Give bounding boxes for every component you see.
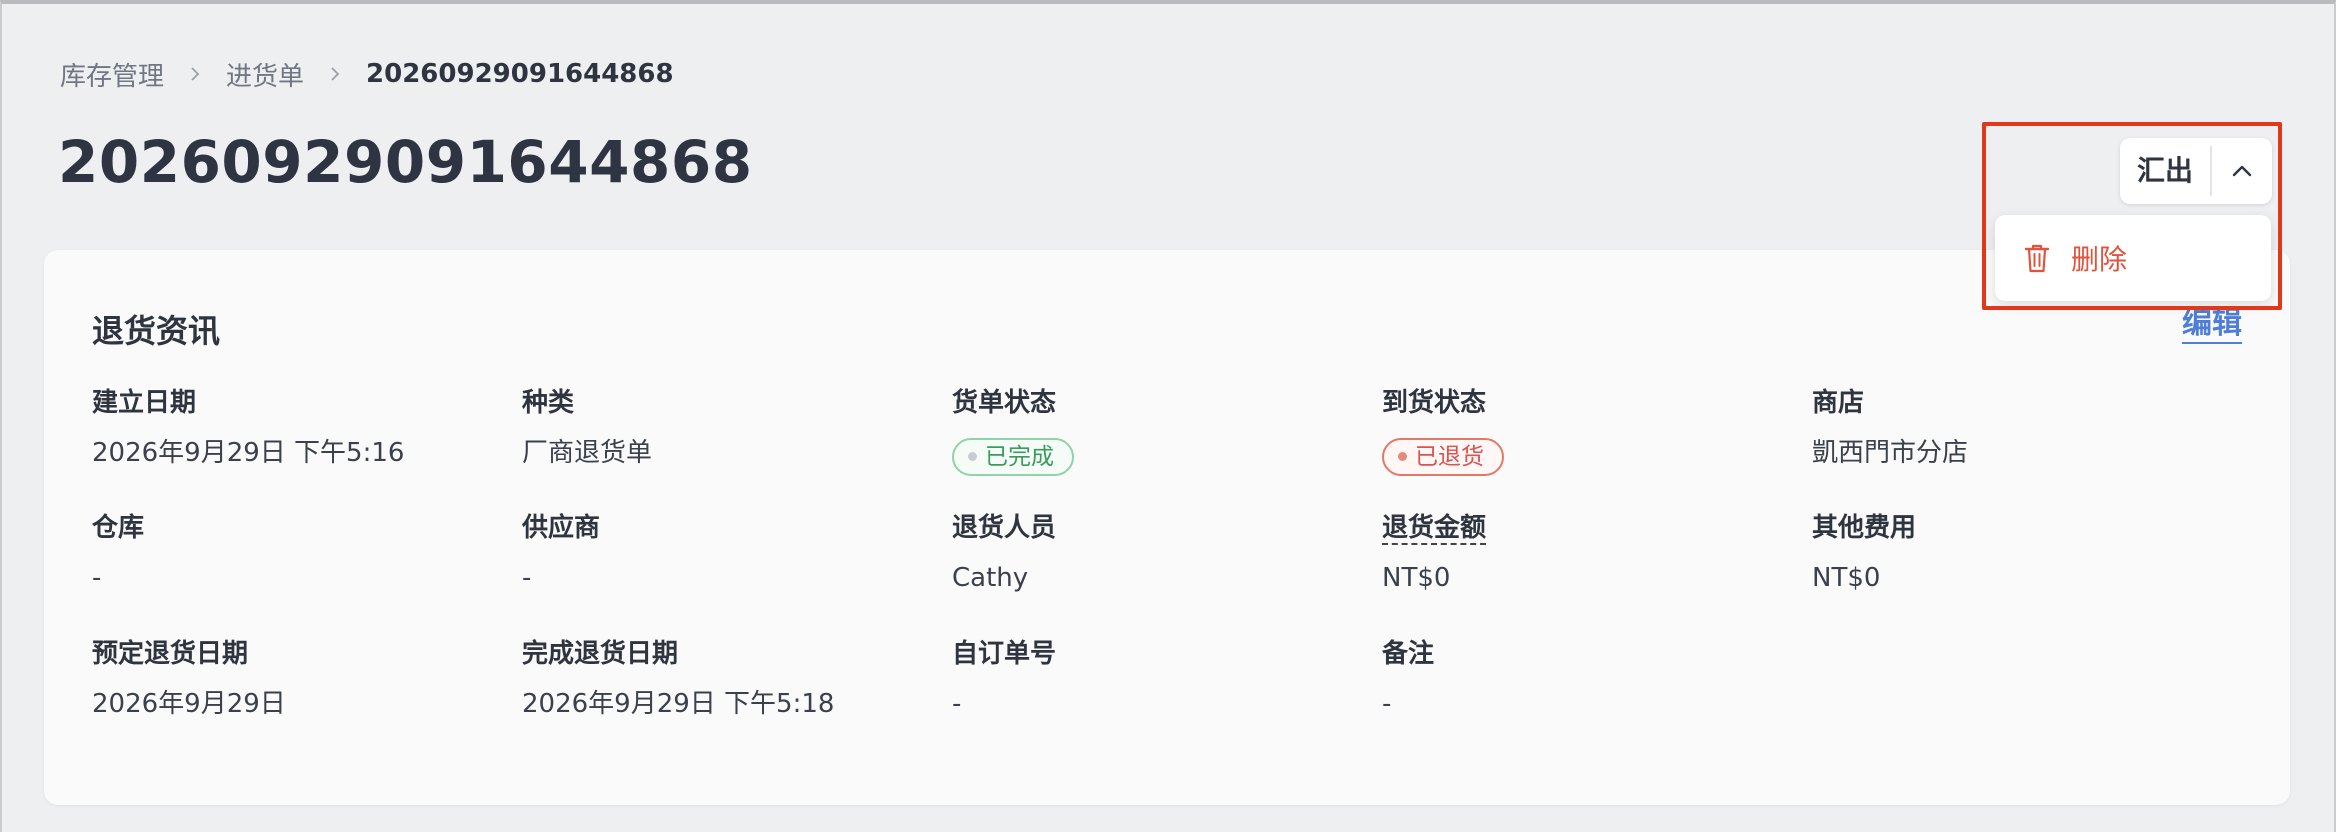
export-dropdown-menu: 删除 xyxy=(1995,215,2271,301)
field-label: 到货状态 xyxy=(1382,388,1487,418)
field-value: - xyxy=(1382,689,1392,719)
return-amount-tooltip-trigger[interactable]: 退货金额 xyxy=(1382,513,1487,545)
field-label: 完成退货日期 xyxy=(522,639,679,669)
field-order-status: 货单状态 已完成 xyxy=(952,385,1352,476)
field-supplier: 供应商 - xyxy=(522,510,922,598)
field-return-amount: 退货金额 NT$0 xyxy=(1382,510,1782,598)
trash-icon xyxy=(2024,244,2050,273)
status-badge-returned: 已退货 xyxy=(1382,437,1504,476)
field-label: 建立日期 xyxy=(92,388,197,418)
chevron-up-icon xyxy=(2232,165,2252,177)
field-value: NT$0 xyxy=(1382,563,1451,593)
field-value: 凱西門市分店 xyxy=(1812,438,1969,468)
field-type: 种类 厂商退货单 xyxy=(522,385,922,473)
breadcrumb-item-purchase-orders[interactable]: 进货单 xyxy=(226,56,304,93)
field-label-wrap: 退货金额 xyxy=(1382,510,1782,546)
field-label: 货单状态 xyxy=(952,388,1057,418)
field-arrival-status: 到货状态 已退货 xyxy=(1382,385,1782,476)
card-title: 退货资讯 xyxy=(92,312,221,350)
field-warehouse: 仓库 - xyxy=(92,510,492,598)
field-value-wrap: 已完成 xyxy=(952,433,1352,476)
field-store: 商店 凱西門市分店 xyxy=(1812,385,2212,473)
breadcrumb: 库存管理 进货单 20260929091644868 xyxy=(60,54,674,94)
breadcrumb-item-inventory[interactable]: 库存管理 xyxy=(60,56,164,93)
field-label: 供应商 xyxy=(522,513,601,543)
field-notes: 备注 - xyxy=(1382,636,1782,724)
field-value: 2026年9月29日 下午5:18 xyxy=(522,689,835,719)
field-value-wrap: 已退货 xyxy=(1382,433,1782,476)
status-dot-icon xyxy=(968,452,977,461)
delete-menu-item[interactable]: 删除 xyxy=(2023,238,2127,278)
export-button[interactable]: 汇出 xyxy=(2120,138,2210,204)
return-info-card: 退货资讯 编辑 建立日期 2026年9月29日 下午5:16 种类 厂商退货单 … xyxy=(44,250,2290,805)
field-label: 仓库 xyxy=(92,513,145,543)
field-created-date: 建立日期 2026年9月29日 下午5:16 xyxy=(92,385,492,473)
field-completed-return-date: 完成退货日期 2026年9月29日 下午5:18 xyxy=(522,636,922,724)
field-label: 商店 xyxy=(1812,388,1865,418)
chevron-right-icon xyxy=(331,67,340,81)
status-badge-label: 已退货 xyxy=(1415,443,1484,470)
field-value: Cathy xyxy=(952,563,1029,593)
status-badge-label: 已完成 xyxy=(985,443,1054,470)
field-value: 2026年9月29日 下午5:16 xyxy=(92,438,405,468)
field-label: 其他费用 xyxy=(1812,513,1917,543)
chevron-right-icon xyxy=(191,67,200,81)
field-value: - xyxy=(92,563,102,593)
field-value: - xyxy=(952,689,962,719)
status-badge-completed: 已完成 xyxy=(952,437,1074,476)
field-value: NT$0 xyxy=(1812,563,1881,593)
field-value: 2026年9月29日 xyxy=(92,689,286,719)
field-return-staff: 退货人员 Cathy xyxy=(952,510,1352,598)
field-label: 退货人员 xyxy=(952,513,1057,543)
status-dot-icon xyxy=(1398,452,1407,461)
field-planned-return-date: 预定退货日期 2026年9月29日 xyxy=(92,636,492,724)
field-label: 预定退货日期 xyxy=(92,639,249,669)
field-other-fees: 其他费用 NT$0 xyxy=(1812,510,2212,598)
breadcrumb-current: 20260929091644868 xyxy=(366,59,674,89)
field-label: 备注 xyxy=(1382,639,1435,669)
export-split-button: 汇出 xyxy=(2120,138,2272,204)
field-value: - xyxy=(522,563,532,593)
field-value: 厂商退货单 xyxy=(522,438,653,468)
field-label: 自订单号 xyxy=(952,639,1057,669)
field-label: 种类 xyxy=(522,388,575,418)
edit-button[interactable]: 编辑 xyxy=(2182,306,2242,344)
export-menu-toggle[interactable] xyxy=(2212,138,2272,204)
page-title: 20260929091644868 xyxy=(58,128,753,196)
field-custom-order-no: 自订单号 - xyxy=(952,636,1352,724)
delete-menu-label: 删除 xyxy=(2071,243,2128,276)
